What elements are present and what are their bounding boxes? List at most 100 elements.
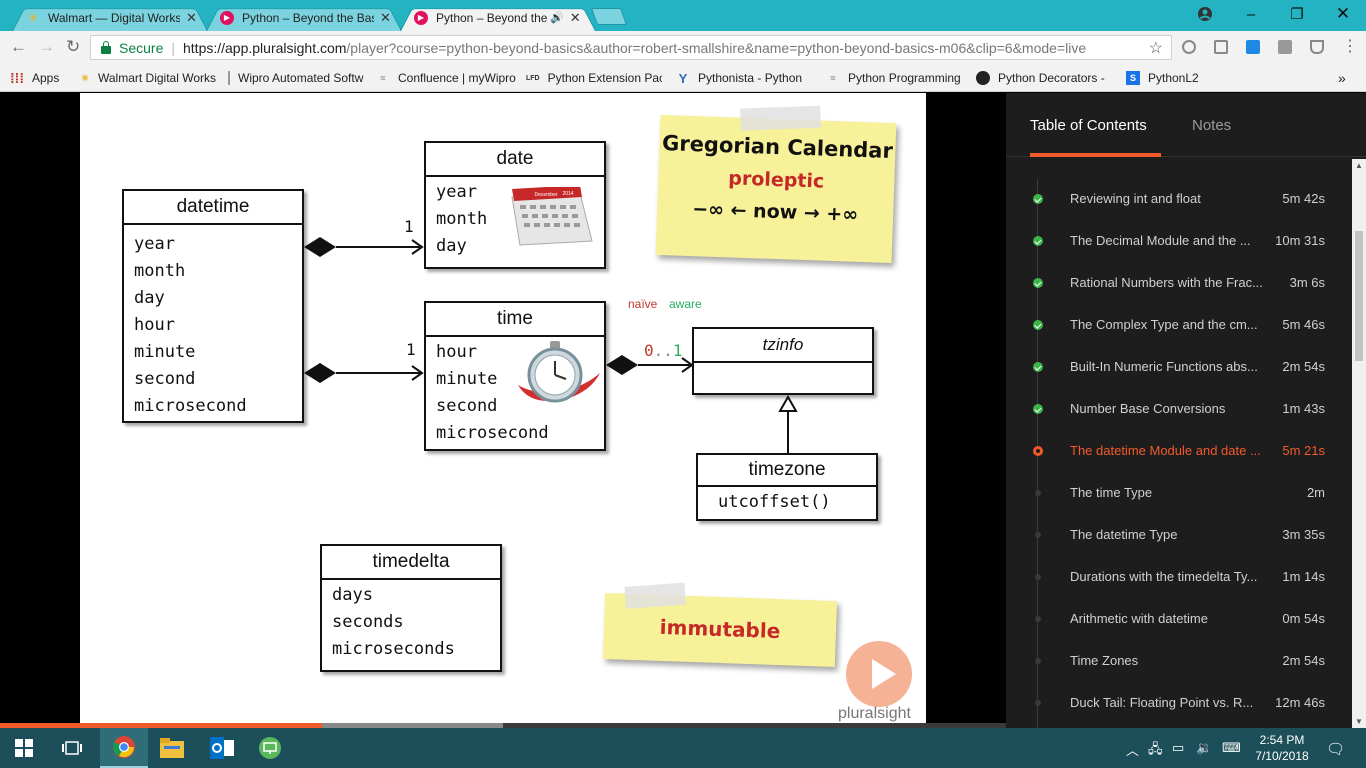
class-title: datetime xyxy=(124,191,302,225)
task-view-icon[interactable] xyxy=(48,728,96,768)
tab-title: Python – Beyond the Basics xyxy=(436,10,548,25)
minimize-button[interactable]: – xyxy=(1228,0,1274,28)
close-tab-icon[interactable]: ✕ xyxy=(380,10,391,26)
extension-icon[interactable] xyxy=(1182,40,1196,54)
bookmark-python-decorators[interactable]: Python Decorators - xyxy=(976,71,1112,85)
toc-item[interactable]: The time Type 2m xyxy=(1006,473,1352,515)
scroll-down-arrow-icon[interactable]: ▼ xyxy=(1355,717,1363,726)
show-hidden-icons-icon[interactable]: ︿ xyxy=(1126,740,1139,759)
pending-dot-icon xyxy=(1035,574,1041,580)
active-tab-underline xyxy=(1030,153,1161,157)
browser-tab-walmart[interactable]: ✳ Walmart — Digital Works ✕ xyxy=(12,4,208,31)
toc-item[interactable]: Duck Tail: Floating Point vs. R... 12m 46… xyxy=(1006,683,1352,725)
url-host: https://app.pluralsight.com xyxy=(183,39,347,56)
clip-duration: 3m 6s xyxy=(1289,275,1325,290)
bookmark-python-extension[interactable]: LFD Python Extension Packages xyxy=(526,71,662,85)
address-bar[interactable]: Secure | https://app.pluralsight.com/pla… xyxy=(90,35,1172,60)
lock-icon xyxy=(101,40,111,54)
toc-item[interactable]: The Decimal Module and the ... 10m 31s xyxy=(1006,221,1352,263)
browser-toolbar: ← → ↻ Secure | https://app.pluralsight.c… xyxy=(0,31,1366,64)
toc-item[interactable]: The Complex Type and the cm... 5m 46s xyxy=(1006,305,1352,347)
toc-item[interactable]: Number Base Conversions 1m 43s xyxy=(1006,389,1352,431)
field: microsecond xyxy=(436,423,549,443)
toc-item[interactable]: Rational Numbers with the Frac... 3m 6s xyxy=(1006,263,1352,305)
power-icon[interactable]: ▭ xyxy=(1172,740,1184,756)
walmart-spark-icon: ✳ xyxy=(27,10,39,25)
pending-dot-icon xyxy=(1035,700,1041,706)
scrollbar-thumb[interactable] xyxy=(1355,231,1363,361)
network-icon[interactable]: 🖧 xyxy=(1148,740,1163,762)
clip-title: Durations with the timedelta Ty... xyxy=(1070,569,1258,584)
outlook-icon[interactable] xyxy=(198,728,246,768)
extension-icon[interactable] xyxy=(1278,40,1292,54)
bookmarks-overflow-button[interactable]: » xyxy=(1338,70,1346,86)
pluralsight-icon: ▶ xyxy=(414,10,428,25)
remote-desktop-icon[interactable] xyxy=(246,728,294,768)
secure-label: Secure xyxy=(119,39,164,56)
python-icon: ≈ xyxy=(830,73,836,83)
toc-item[interactable]: Reviewing int and float 5m 42s xyxy=(1006,179,1352,221)
audio-playing-icon[interactable]: 🔊 xyxy=(550,11,564,24)
system-clock[interactable]: 2:54 PM 7/10/2018 xyxy=(1252,732,1312,764)
clip-title: The time Type xyxy=(1070,485,1153,500)
toc-item[interactable]: Time Zones 2m 54s xyxy=(1006,641,1352,683)
bookmark-label: Walmart Digital Works xyxy=(97,71,216,85)
sidebar-scrollbar[interactable]: ▲ ▼ xyxy=(1352,159,1366,728)
apps-grid-icon: ⁞⁞⁞ xyxy=(10,70,24,86)
github-icon xyxy=(976,71,990,85)
close-tab-icon[interactable]: ✕ xyxy=(570,10,581,26)
bookmark-python-programming[interactable]: ≈ Python Programming xyxy=(826,71,966,85)
extension-icon[interactable] xyxy=(1214,40,1228,54)
new-tab-button[interactable] xyxy=(590,8,628,25)
browser-tab-python-2[interactable]: ▶ Python – Beyond the Basics 🔊 ✕ xyxy=(400,4,596,31)
video-player[interactable]: datetime year month day hour minute seco… xyxy=(0,93,1006,728)
menu-kebab-icon[interactable]: ⋮ xyxy=(1342,36,1358,56)
completed-check-icon xyxy=(1033,236,1043,246)
windows-extension-icon[interactable] xyxy=(1246,40,1260,54)
clip-title: Duck Tail: Floating Point vs. R... xyxy=(1070,695,1254,710)
field: month xyxy=(134,261,186,281)
forward-button[interactable]: → xyxy=(38,37,55,57)
class-title: date xyxy=(426,143,604,177)
action-center-icon[interactable]: 🗨 xyxy=(1326,740,1345,758)
bookmark-confluence[interactable]: ≈ Confluence | myWipro xyxy=(376,71,516,85)
start-icon[interactable] xyxy=(0,728,48,768)
multiplicity-time: 1 xyxy=(406,340,416,359)
chrome-icon[interactable] xyxy=(100,728,148,768)
bookmark-label: Confluence | myWipro xyxy=(398,71,516,85)
toc-item[interactable]: The datetime Type 3m 35s xyxy=(1006,515,1352,557)
close-tab-icon[interactable]: ✕ xyxy=(186,10,197,26)
reload-button[interactable]: ↻ xyxy=(66,37,80,57)
tab-notes[interactable]: Notes xyxy=(1192,117,1231,134)
shield-icon[interactable] xyxy=(1310,40,1324,54)
bookmark-pythonl2[interactable]: S PythonL2 xyxy=(1126,71,1199,85)
bookmark-apps[interactable]: ⁞⁞⁞ Apps xyxy=(10,70,59,86)
toc-item[interactable]: Arithmetic with datetime 0m 54s xyxy=(1006,599,1352,641)
close-window-button[interactable]: ✕ xyxy=(1320,0,1366,28)
back-button[interactable]: ← xyxy=(10,37,27,57)
bookmark-walmart[interactable]: ✳ Walmart Digital Works xyxy=(80,71,216,85)
keyboard-icon[interactable]: ⌨ xyxy=(1222,740,1241,756)
bookmark-pythonista[interactable]: Y Pythonista - Python xyxy=(676,71,812,85)
multiplicity-date: 1 xyxy=(404,217,414,236)
toc-item[interactable]: Durations with the timedelta Ty... 1m 14s xyxy=(1006,557,1352,599)
profile-icon[interactable] xyxy=(1182,0,1228,28)
calendar-month: December xyxy=(534,192,557,198)
file-explorer-icon[interactable] xyxy=(148,728,196,768)
browser-tab-python-1[interactable]: ▶ Python – Beyond the Basics ✕ xyxy=(206,4,402,31)
uml-class-datetime: datetime year month day hour minute seco… xyxy=(122,189,304,423)
windows-taskbar: ︿ 🖧 ▭ 🔉 ⌨ 2:54 PM 7/10/2018 🗨 xyxy=(0,728,1366,768)
bookmark-wipro[interactable]: Wipro Automated Software xyxy=(228,71,364,85)
tab-table-of-contents[interactable]: Table of Contents xyxy=(1030,117,1147,134)
clock-time: 2:54 PM xyxy=(1259,733,1305,747)
secure-indicator[interactable]: Secure xyxy=(101,40,163,56)
note-line-1: Gregorian Calendar xyxy=(661,131,894,164)
completed-check-icon xyxy=(1033,320,1043,330)
uml-class-timedelta: timedelta days seconds microseconds xyxy=(320,544,502,672)
scroll-up-arrow-icon[interactable]: ▲ xyxy=(1355,161,1363,170)
volume-icon[interactable]: 🔉 xyxy=(1196,740,1212,756)
bookmark-star-icon[interactable]: ☆ xyxy=(1149,38,1163,58)
restore-button[interactable]: ❐ xyxy=(1274,0,1320,28)
toc-item-current[interactable]: The datetime Module and date ... 5m 21s xyxy=(1006,431,1352,473)
toc-item[interactable]: Built-In Numeric Functions abs... 2m 54s xyxy=(1006,347,1352,389)
